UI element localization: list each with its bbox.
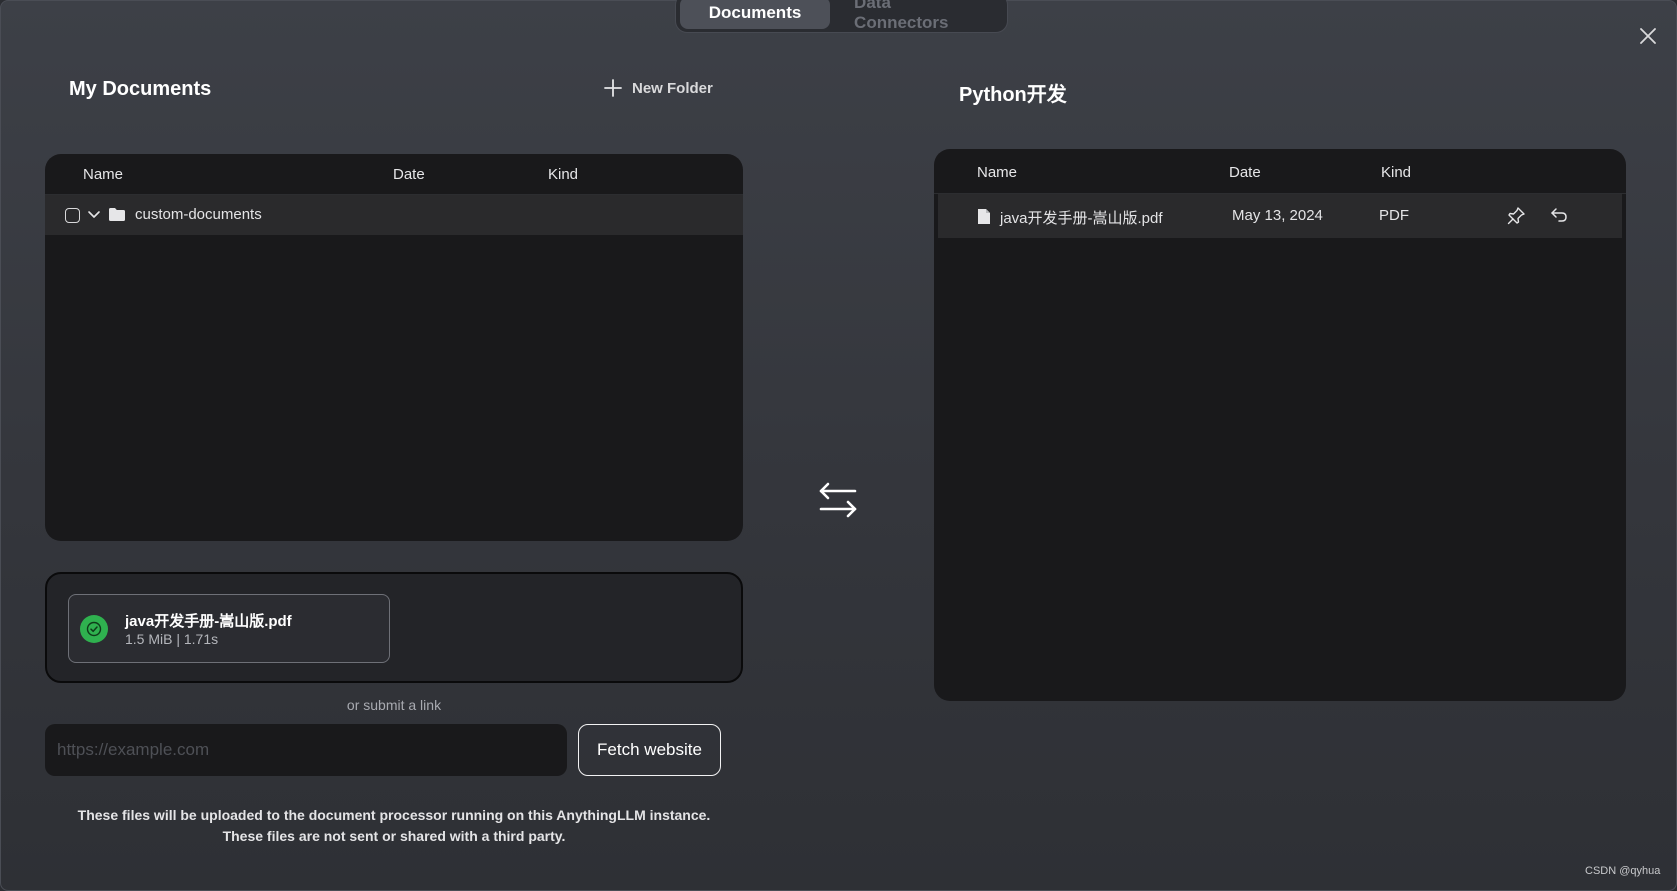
workspace-documents-panel: Name Date Kind java开发手册-嵩山版.pdf May 13, … bbox=[934, 149, 1626, 701]
uploaded-file-name: java开发手册-嵩山版.pdf bbox=[125, 613, 292, 630]
url-input[interactable] bbox=[45, 724, 567, 776]
pin-icon[interactable] bbox=[1506, 206, 1526, 226]
uploaded-file-meta: 1.5 MiB | 1.71s bbox=[125, 631, 219, 647]
folder-icon bbox=[109, 208, 125, 221]
tab-data-connectors[interactable]: Data Connectors bbox=[834, 0, 1003, 32]
undo-icon[interactable] bbox=[1548, 205, 1568, 225]
upload-dropzone[interactable]: java开发手册-嵩山版.pdf 1.5 MiB | 1.71s bbox=[45, 572, 743, 683]
uploaded-file-card: java开发手册-嵩山版.pdf 1.5 MiB | 1.71s bbox=[68, 594, 390, 663]
folder-row[interactable]: custom-documents bbox=[45, 195, 743, 235]
fetch-website-button[interactable]: Fetch website bbox=[578, 724, 721, 776]
tab-bar: Documents Data Connectors bbox=[675, 0, 1008, 33]
folder-checkbox[interactable] bbox=[65, 208, 80, 223]
column-kind: Kind bbox=[548, 166, 579, 183]
close-icon bbox=[1640, 28, 1656, 44]
column-date: Date bbox=[1229, 164, 1261, 181]
tab-documents[interactable]: Documents bbox=[680, 0, 831, 29]
document-manager-modal: Documents Data Connectors My Documents N… bbox=[0, 0, 1677, 891]
column-name: Name bbox=[977, 164, 1018, 181]
workspace-file-row[interactable]: java开发手册-嵩山版.pdf May 13, 2024 PDF bbox=[938, 194, 1622, 238]
or-submit-link-label: or submit a link bbox=[346, 697, 442, 713]
close-button[interactable] bbox=[1637, 25, 1659, 47]
file-name: java开发手册-嵩山版.pdf bbox=[1000, 210, 1163, 227]
my-documents-title: My Documents bbox=[69, 78, 212, 100]
swap-arrows-icon[interactable] bbox=[817, 479, 859, 521]
new-folder-button[interactable]: New Folder bbox=[604, 79, 713, 97]
file-icon bbox=[978, 209, 990, 224]
new-folder-label: New Folder bbox=[632, 79, 713, 97]
folder-name: custom-documents bbox=[135, 206, 262, 223]
plus-icon bbox=[604, 79, 622, 97]
upload-disclaimer: These files will be uploaded to the docu… bbox=[45, 805, 743, 847]
file-kind: PDF bbox=[1379, 207, 1409, 224]
watermark: CSDN @qyhua bbox=[1585, 865, 1661, 877]
column-kind: Kind bbox=[1381, 164, 1412, 181]
my-documents-table-header: Name Date Kind bbox=[45, 154, 743, 195]
my-documents-panel: Name Date Kind custom-documents bbox=[45, 154, 743, 541]
check-circle-icon bbox=[80, 615, 108, 643]
file-date: May 13, 2024 bbox=[1232, 207, 1323, 224]
disclaimer-line-2: These files are not sent or shared with … bbox=[222, 828, 566, 844]
column-date: Date bbox=[393, 166, 425, 183]
workspace-table-header: Name Date Kind bbox=[934, 149, 1626, 194]
column-name: Name bbox=[83, 166, 124, 183]
disclaimer-line-1: These files will be uploaded to the docu… bbox=[77, 807, 711, 823]
chevron-down-icon[interactable] bbox=[87, 208, 101, 222]
workspace-title: Python开发 bbox=[959, 84, 1067, 106]
